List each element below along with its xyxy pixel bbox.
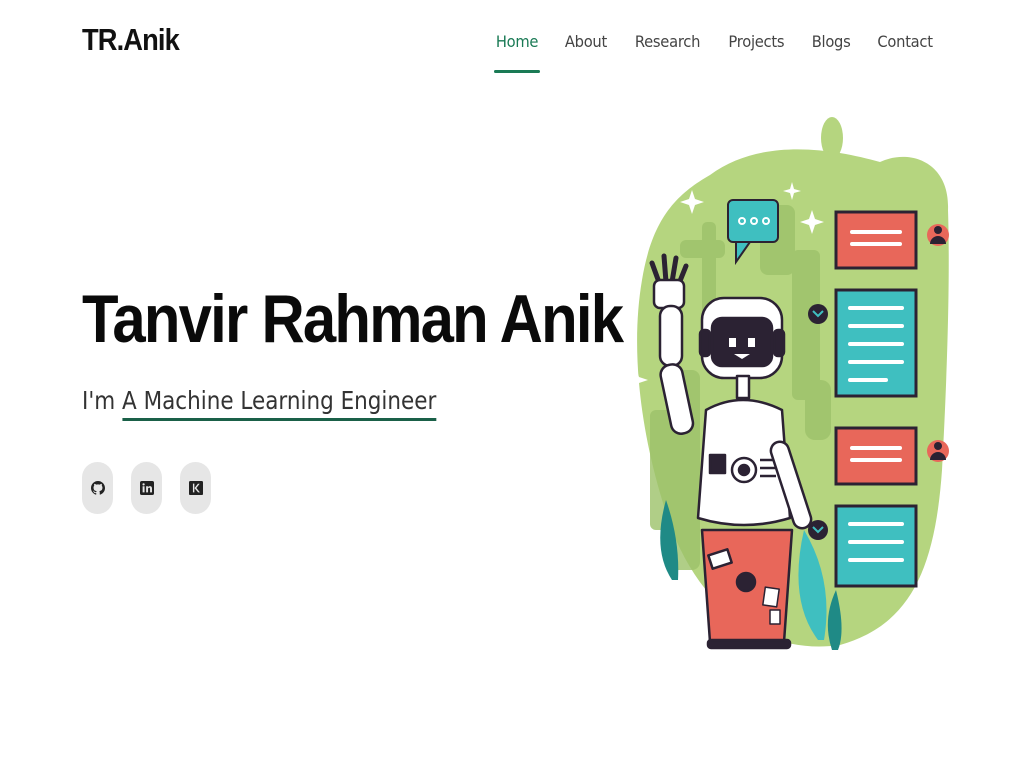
github-link[interactable]: [82, 462, 113, 514]
nav-research[interactable]: Research: [635, 32, 701, 51]
linkedin-link[interactable]: [131, 462, 162, 514]
nav-about[interactable]: About: [565, 32, 607, 51]
subtitle-prefix: I'm: [82, 386, 123, 415]
subtitle-typed-text: A Machine Learning Engineer: [122, 386, 437, 421]
kaggle-link[interactable]: [180, 462, 211, 514]
github-icon: [90, 481, 105, 495]
hero-name: Tanvir Rahman Anik: [82, 281, 624, 357]
social-links: [82, 462, 211, 514]
robot-illustration: [624, 117, 949, 650]
site-header: TR.Anik Home About Research Projects Blo…: [0, 0, 1024, 90]
site-logo[interactable]: TR.Anik: [82, 22, 180, 58]
nav-home[interactable]: Home: [494, 32, 541, 73]
linkedin-icon: [139, 481, 154, 495]
nav-contact[interactable]: Contact: [877, 32, 933, 51]
nav-projects[interactable]: Projects: [728, 32, 784, 51]
main-nav: Home About Research Projects Blogs Conta…: [494, 32, 935, 73]
nav-blogs[interactable]: Blogs: [811, 32, 850, 51]
kaggle-icon: [188, 481, 203, 495]
hero-subtitle: I'm A Machine Learning Engineer: [82, 386, 437, 421]
